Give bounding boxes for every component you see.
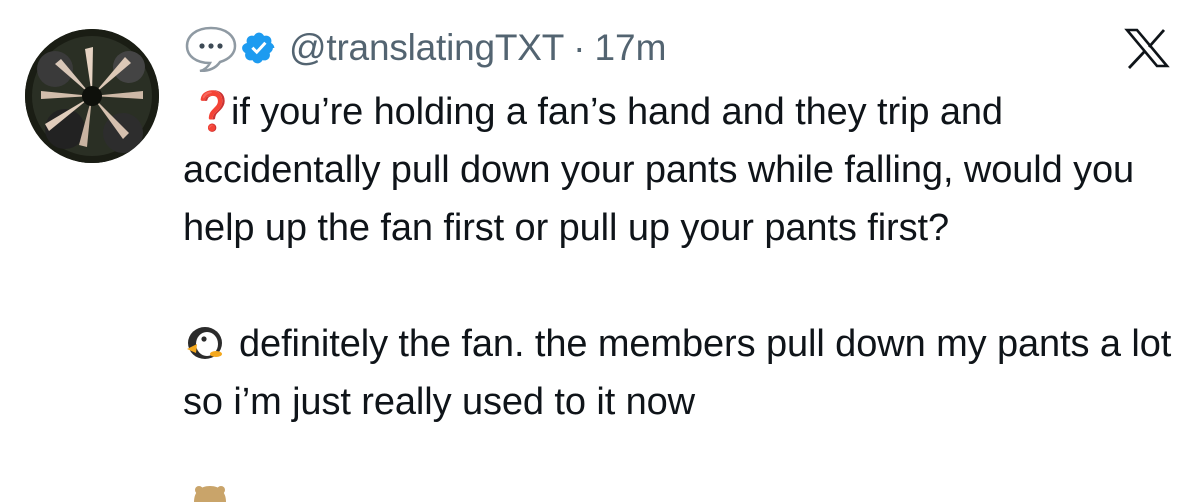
avatar-image xyxy=(25,29,159,163)
question-paragraph: ❓if you’re holding a fan’s hand and they… xyxy=(183,82,1183,257)
user-handle[interactable]: @translatingTXT xyxy=(289,27,564,69)
answer-text: definitely the fan. the members pull dow… xyxy=(183,323,1172,423)
speech-bubble-icon xyxy=(185,26,237,72)
answer-paragraph: definitely the fan. the members pull dow… xyxy=(183,315,1183,431)
x-logo-icon[interactable] xyxy=(1124,27,1170,69)
question-mark-icon: ❓ xyxy=(189,89,237,133)
tweet-header: @translatingTXT · 17m xyxy=(183,24,666,72)
tweet-body: ❓if you’re holding a fan’s hand and they… xyxy=(183,82,1183,431)
penguin-icon xyxy=(187,327,222,359)
verified-badge-icon xyxy=(242,32,275,64)
timestamp[interactable]: 17m xyxy=(594,27,666,69)
separator-dot: · xyxy=(573,27,586,68)
avatar[interactable] xyxy=(25,29,159,163)
emoji-icon xyxy=(194,486,226,502)
question-text: if you’re holding a fan’s hand and they … xyxy=(183,91,1135,249)
